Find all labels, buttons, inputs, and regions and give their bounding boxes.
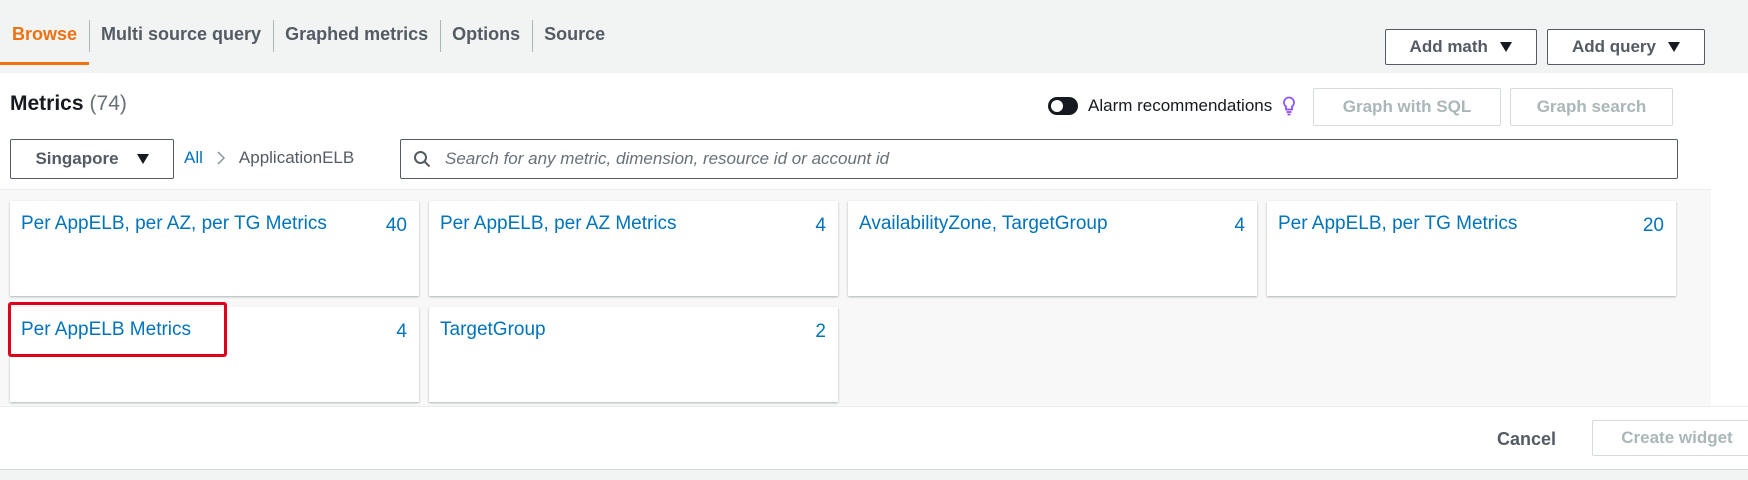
toggle-switch[interactable] bbox=[1048, 97, 1078, 115]
footer-bar: Cancel Create widget bbox=[0, 406, 1748, 470]
card-count: 2 bbox=[815, 321, 826, 342]
metric-search-input[interactable] bbox=[443, 148, 1677, 170]
card-count: 4 bbox=[396, 321, 407, 342]
card-count: 4 bbox=[1234, 215, 1245, 236]
tab-graphed-metrics[interactable]: Graphed metrics bbox=[273, 16, 440, 65]
metric-card[interactable]: TargetGroup 2 bbox=[429, 307, 838, 402]
metric-card[interactable]: Per AppELB, per TG Metrics 20 bbox=[1267, 201, 1676, 296]
lightbulb-icon bbox=[1283, 96, 1296, 116]
add-math-button[interactable]: Add math bbox=[1384, 29, 1537, 65]
graph-with-sql-button[interactable]: Graph with SQL bbox=[1313, 88, 1501, 126]
toggle-knob bbox=[1051, 100, 1063, 112]
chevron-right-icon bbox=[217, 151, 225, 165]
metric-search-box[interactable] bbox=[400, 139, 1678, 179]
search-icon bbox=[414, 151, 431, 168]
region-selected-label: Singapore bbox=[35, 149, 119, 168]
breadcrumb-current: ApplicationELB bbox=[238, 148, 355, 167]
metric-card[interactable]: Per AppELB, per AZ Metrics 4 bbox=[429, 201, 838, 296]
card-title[interactable]: Per AppELB, per AZ Metrics bbox=[440, 213, 677, 235]
metrics-heading: Metrics (74) bbox=[10, 92, 127, 116]
card-title[interactable]: Per AppELB, per AZ, per TG Metrics bbox=[21, 213, 327, 235]
tab-options[interactable]: Options bbox=[440, 16, 532, 65]
add-math-label: Add math bbox=[1409, 37, 1488, 56]
card-count: 20 bbox=[1642, 215, 1664, 236]
top-actions: Add math Add query bbox=[1384, 29, 1705, 65]
caret-down-icon bbox=[136, 154, 149, 164]
caret-down-icon bbox=[1499, 42, 1512, 52]
card-title[interactable]: Per AppELB Metrics bbox=[21, 319, 191, 341]
create-widget-button[interactable]: Create widget bbox=[1592, 420, 1748, 456]
card-title[interactable]: Per AppELB, per TG Metrics bbox=[1278, 213, 1517, 235]
alarm-recommendations-label: Alarm recommendations bbox=[1088, 96, 1273, 115]
tab-multi-source-query[interactable]: Multi source query bbox=[89, 16, 273, 65]
metrics-panel: Metrics (74) Alarm recommendations Graph … bbox=[0, 73, 1712, 407]
add-query-button[interactable]: Add query bbox=[1546, 29, 1705, 65]
metric-card[interactable]: AvailabilityZone, TargetGroup 4 bbox=[848, 201, 1257, 296]
breadcrumb: All ApplicationELB bbox=[184, 148, 354, 168]
tab-source[interactable]: Source bbox=[532, 16, 617, 65]
namespace-cards: Per AppELB, per AZ, per TG Metrics 40 Pe… bbox=[0, 189, 1711, 407]
card-count: 4 bbox=[815, 215, 826, 236]
metric-card[interactable]: Per AppELB Metrics 4 bbox=[10, 307, 419, 402]
alarm-recommendations-toggle[interactable]: Alarm recommendations bbox=[1048, 96, 1296, 116]
metric-card[interactable]: Per AppELB, per AZ, per TG Metrics 40 bbox=[10, 201, 419, 296]
scrollbar-track[interactable] bbox=[1711, 73, 1748, 406]
tab-browse[interactable]: Browse bbox=[0, 16, 90, 65]
tab-bar: Browse Multi source query Graphed metric… bbox=[0, 16, 617, 73]
metrics-count: (74) bbox=[89, 92, 127, 115]
graph-search-button[interactable]: Graph search bbox=[1510, 88, 1673, 126]
query-tabs-panel: Browse Multi source query Graphed metric… bbox=[0, 0, 1705, 74]
region-select[interactable]: Singapore bbox=[10, 139, 174, 179]
card-title[interactable]: TargetGroup bbox=[440, 319, 546, 341]
add-query-label: Add query bbox=[1571, 37, 1656, 56]
breadcrumb-all-link[interactable]: All bbox=[184, 148, 203, 168]
card-title[interactable]: AvailabilityZone, TargetGroup bbox=[859, 213, 1108, 235]
caret-down-icon bbox=[1668, 42, 1680, 52]
card-count: 40 bbox=[385, 215, 407, 236]
metrics-title: Metrics bbox=[10, 92, 84, 115]
cancel-button[interactable]: Cancel bbox=[1497, 429, 1556, 450]
